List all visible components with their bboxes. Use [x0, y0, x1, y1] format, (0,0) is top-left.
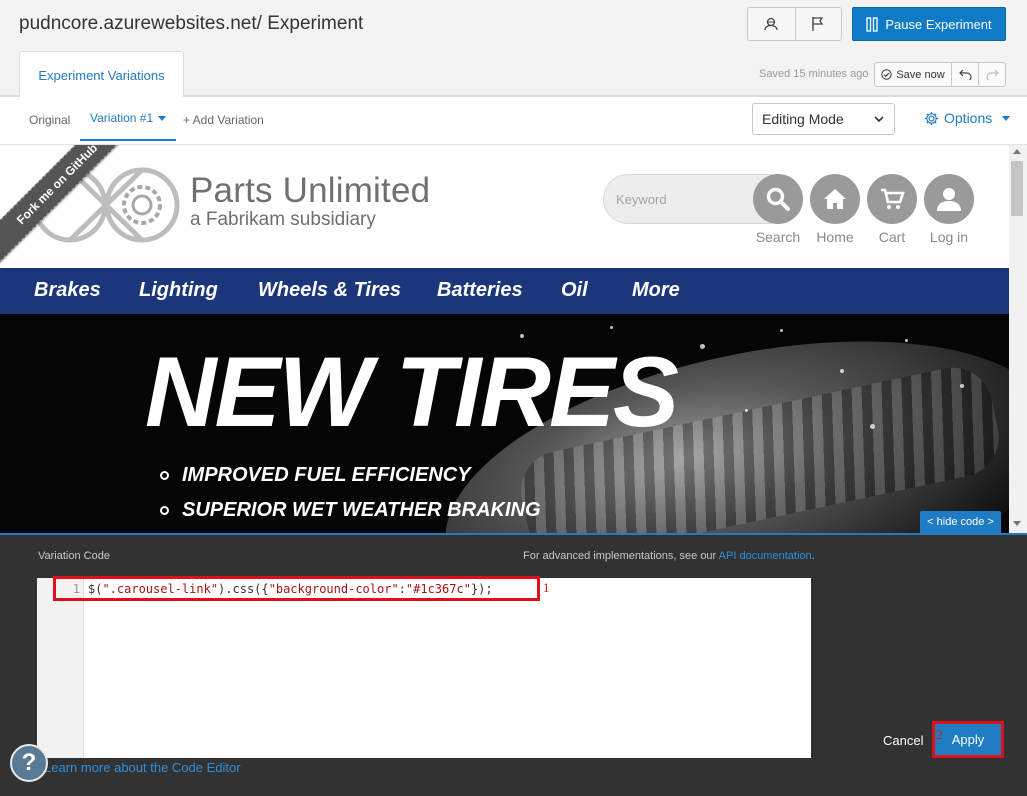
- nav-item-lighting[interactable]: Lighting: [139, 279, 218, 302]
- hero-carousel[interactable]: NEW TIRES IMPROVED FUEL EFFICIENCY SUPER…: [0, 314, 1009, 533]
- water-droplet: [905, 339, 908, 342]
- water-droplet: [610, 326, 613, 329]
- scroll-up-icon[interactable]: [1013, 149, 1021, 154]
- water-droplet: [840, 369, 844, 373]
- water-droplet: [700, 344, 705, 349]
- login-button-label: Log in: [929, 229, 969, 245]
- chevron-down-icon: [874, 115, 884, 122]
- hero-bullet: IMPROVED FUEL EFFICIENCY: [160, 464, 471, 487]
- pause-experiment-label: Pause Experiment: [885, 16, 992, 32]
- save-now-button[interactable]: Save now: [874, 62, 952, 87]
- experiment-header: pudncore.azurewebsites.net/ Experiment P…: [0, 0, 1027, 98]
- api-documentation-link[interactable]: API documentation: [719, 550, 812, 562]
- undo-button[interactable]: [952, 62, 979, 87]
- goals-button[interactable]: [794, 8, 842, 40]
- save-now-label: Save now: [896, 68, 945, 81]
- scroll-down-icon[interactable]: [1013, 521, 1021, 526]
- editing-mode-select[interactable]: Editing Mode: [752, 103, 895, 135]
- site-preview-frame[interactable]: Fork me on GitHub Parts Unlimited a Fabr…: [0, 145, 1009, 533]
- code-gutter: 1: [37, 578, 84, 758]
- home-icon: [824, 189, 846, 209]
- add-variation-button[interactable]: + Add Variation: [183, 97, 264, 143]
- nav-item-wheels-tires[interactable]: Wheels & Tires: [258, 279, 401, 302]
- learn-more-link[interactable]: Learn more about the Code Editor: [44, 760, 241, 775]
- preview-scrollbar[interactable]: [1009, 145, 1025, 533]
- water-droplet: [870, 424, 875, 429]
- water-droplet: [745, 409, 748, 412]
- page-title: pudncore.azurewebsites.net/ Experiment: [19, 13, 364, 34]
- caret-down-icon: [1002, 115, 1011, 121]
- nav-item-brakes[interactable]: Brakes: [34, 279, 101, 302]
- saved-status: Saved 15 minutes ago: [759, 68, 869, 80]
- nav-item-more[interactable]: More: [632, 279, 680, 302]
- scrollbar-thumb[interactable]: [1011, 161, 1023, 216]
- pause-icon: [866, 16, 879, 32]
- help-icon[interactable]: ?: [10, 744, 48, 782]
- header-icon-group: [747, 7, 842, 41]
- advanced-hint-text: For advanced implementations, see our: [523, 550, 719, 562]
- tab-original[interactable]: Original: [29, 97, 70, 143]
- annotation-marker-1: 1: [543, 580, 550, 595]
- editing-mode-value: Editing Mode: [762, 111, 844, 127]
- variation-code-label: Variation Code: [38, 550, 110, 562]
- tab-experiment-variations[interactable]: Experiment Variations: [19, 51, 184, 98]
- variation-1-label: Variation #1: [90, 111, 154, 125]
- bullet-ring-icon: [160, 471, 169, 480]
- caret-down-icon: [158, 115, 167, 121]
- options-label: Options: [944, 110, 993, 126]
- redo-button[interactable]: [979, 62, 1006, 87]
- hero-bullet: SUPERIOR WET WEATHER BRAKING: [160, 499, 541, 522]
- redo-icon: [985, 69, 999, 80]
- flag-icon: [812, 17, 824, 31]
- hide-code-button[interactable]: < hide code >: [920, 511, 1001, 533]
- user-icon: [937, 188, 961, 211]
- nav-item-oil[interactable]: Oil: [561, 279, 588, 302]
- advanced-hint: For advanced implementations, see our AP…: [523, 550, 815, 562]
- pause-experiment-button[interactable]: Pause Experiment: [852, 7, 1006, 41]
- cancel-button[interactable]: Cancel: [883, 733, 923, 748]
- water-droplet: [780, 329, 783, 332]
- hero-bullet-text: IMPROVED FUEL EFFICIENCY: [182, 464, 471, 486]
- login-button[interactable]: [924, 174, 974, 224]
- brand-name: Parts Unlimited: [190, 171, 431, 210]
- gear-icon: [924, 111, 939, 125]
- search-icon: [766, 187, 790, 211]
- hero-title: NEW TIRES: [145, 336, 679, 447]
- app-root: pudncore.azurewebsites.net/ Experiment P…: [0, 0, 1027, 796]
- bullet-ring-icon: [160, 506, 169, 515]
- annotation-marker-2: 2: [936, 727, 943, 742]
- check-circle-icon: [881, 69, 893, 80]
- variation-bar: Original Variation #1 + Add Variation Ed…: [0, 97, 1027, 145]
- audience-icon: [764, 17, 778, 31]
- hero-bullet-text: SUPERIOR WET WEATHER BRAKING: [182, 499, 541, 521]
- tab-variation-1[interactable]: Variation #1: [80, 97, 177, 141]
- advanced-hint-period: .: [811, 550, 815, 562]
- annotation-highlight-apply: [932, 721, 1004, 758]
- home-button[interactable]: [810, 174, 860, 224]
- nav-item-batteries[interactable]: Batteries: [437, 279, 523, 302]
- audience-button[interactable]: [748, 8, 795, 40]
- cart-icon: [881, 188, 905, 209]
- cart-button[interactable]: [867, 174, 917, 224]
- category-nav-bar: Brakes Lighting Wheels & Tires Batteries…: [0, 268, 1009, 314]
- options-menu[interactable]: Options: [924, 110, 1011, 126]
- undo-icon: [958, 69, 972, 80]
- variation-code-panel: Variation Code For advanced implementati…: [0, 533, 1027, 796]
- water-droplet: [960, 384, 964, 388]
- code-editor[interactable]: 1 $(".carousel-link").css({"background-c…: [37, 578, 811, 758]
- search-button[interactable]: [753, 174, 803, 224]
- brand-tagline: a Fabrikam subsidiary: [190, 209, 376, 230]
- annotation-highlight-code: [53, 576, 540, 601]
